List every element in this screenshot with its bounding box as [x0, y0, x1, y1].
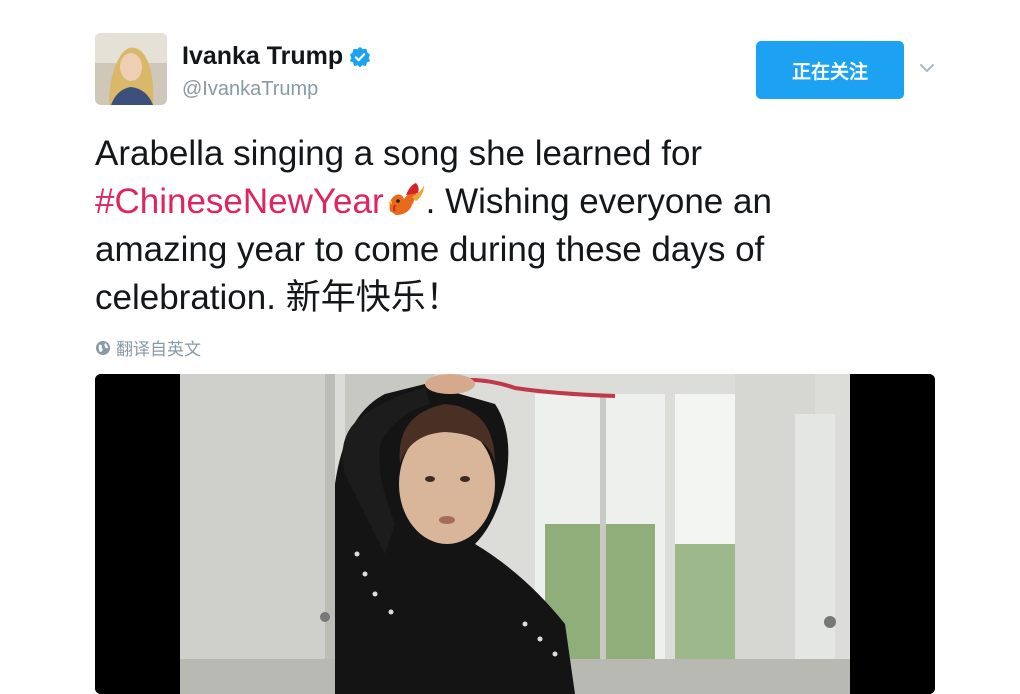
rooster-emoji-icon: [386, 183, 424, 215]
verified-badge-icon: [350, 46, 371, 68]
tweet-text-line4: celebration.: [95, 278, 276, 317]
user-handle[interactable]: @IvankaTrump: [182, 78, 318, 101]
video-frame: [95, 374, 935, 694]
translate-link[interactable]: 翻译自英文: [95, 335, 201, 360]
chevron-down-icon[interactable]: [917, 58, 937, 78]
video-player[interactable]: [95, 374, 935, 694]
tweet-text-line1: Arabella singing a song she learned for: [95, 134, 703, 173]
tweet-text-line2: . Wishing everyone an: [425, 182, 772, 221]
tweet-text: Arabella singing a song she learned for …: [95, 130, 945, 322]
user-name-row: Ivanka Trump: [182, 42, 371, 71]
avatar[interactable]: [95, 33, 167, 105]
hashtag-link[interactable]: #ChineseNewYear: [95, 182, 384, 221]
translate-label[interactable]: 翻译自英文: [116, 335, 201, 360]
tweet-text-line3: amazing year to come during these days o…: [95, 230, 765, 269]
tweet-greeting: 新年快乐！: [285, 278, 461, 318]
globe-icon: [96, 340, 110, 355]
display-name[interactable]: Ivanka Trump: [182, 42, 343, 71]
following-button[interactable]: 正在关注: [756, 41, 904, 99]
